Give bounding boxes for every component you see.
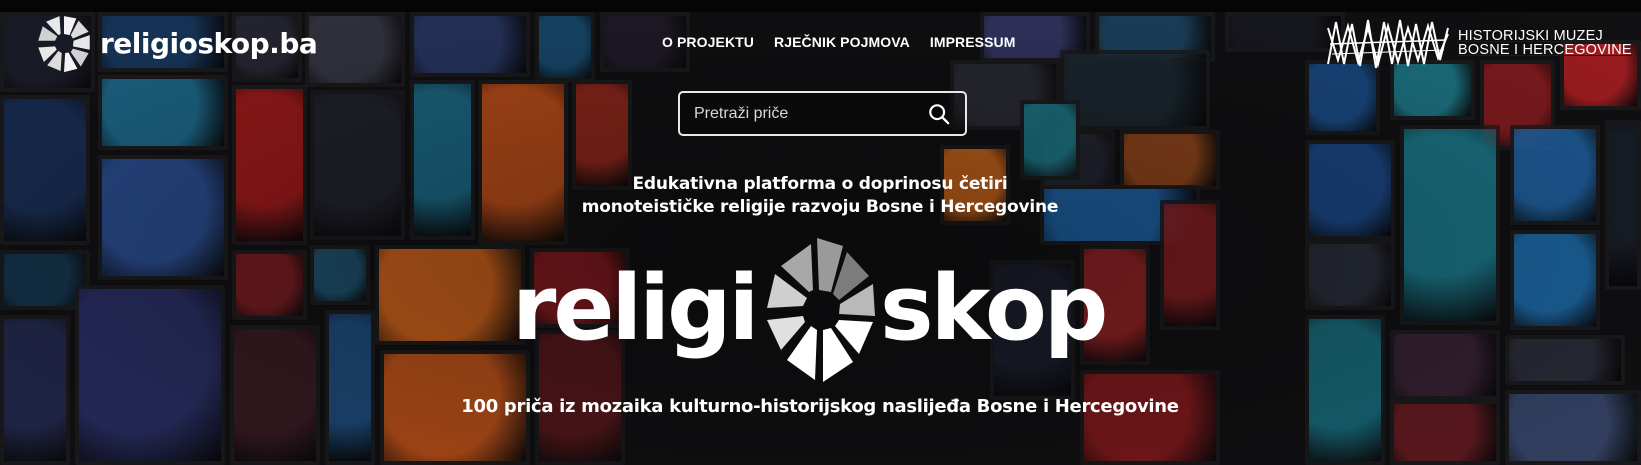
hero-tagline: Edukativna platforma o doprinosu četiri … xyxy=(520,173,1120,219)
hero-subtitle: 100 priča iz mozaika kulturno-historijsk… xyxy=(461,396,1179,417)
hero-title-right: skop xyxy=(880,256,1108,361)
nav-item-impressum[interactable]: IMPRESSUM xyxy=(930,34,1016,50)
partner-museum-logo[interactable]: HISTORIJSKI MUZEJ BOSNE I HERCEGOVINE xyxy=(1326,14,1632,72)
museum-lattice-icon xyxy=(1327,19,1449,69)
hero-banner: religioskop.ba O PROJEKTU RJEČNIK POJMOV… xyxy=(0,0,1641,465)
nav-item-rjecnik-pojmova[interactable]: RJEČNIK POJMOVA xyxy=(774,34,910,50)
search-icon xyxy=(929,103,950,124)
search-box xyxy=(678,91,967,136)
religioskop-emblem-large-icon xyxy=(767,238,875,382)
main-navigation: O PROJEKTU RJEČNIK POJMOVA IMPRESSUM xyxy=(662,34,1016,50)
religioskop-emblem-icon xyxy=(38,16,90,73)
tagline-line-2: monoteističke religije razvoju Bosne i H… xyxy=(581,197,1059,217)
partner-name-line1: HISTORIJSKI MUZEJ xyxy=(1458,28,1603,44)
partner-name-line2: BOSNE I HERCEGOVINE xyxy=(1458,42,1632,58)
search-input[interactable] xyxy=(680,103,921,124)
search-button[interactable] xyxy=(921,96,957,132)
hero-title-left: religi xyxy=(512,256,759,361)
site-logo-link[interactable]: religioskop.ba xyxy=(36,8,318,78)
hero-title: religi skop xyxy=(510,234,1130,384)
site-logo-text: religioskop.ba xyxy=(100,26,318,60)
tagline-line-1: Edukativna platforma o doprinosu četiri xyxy=(632,174,1008,194)
nav-item-o-projektu[interactable]: O PROJEKTU xyxy=(662,34,754,50)
